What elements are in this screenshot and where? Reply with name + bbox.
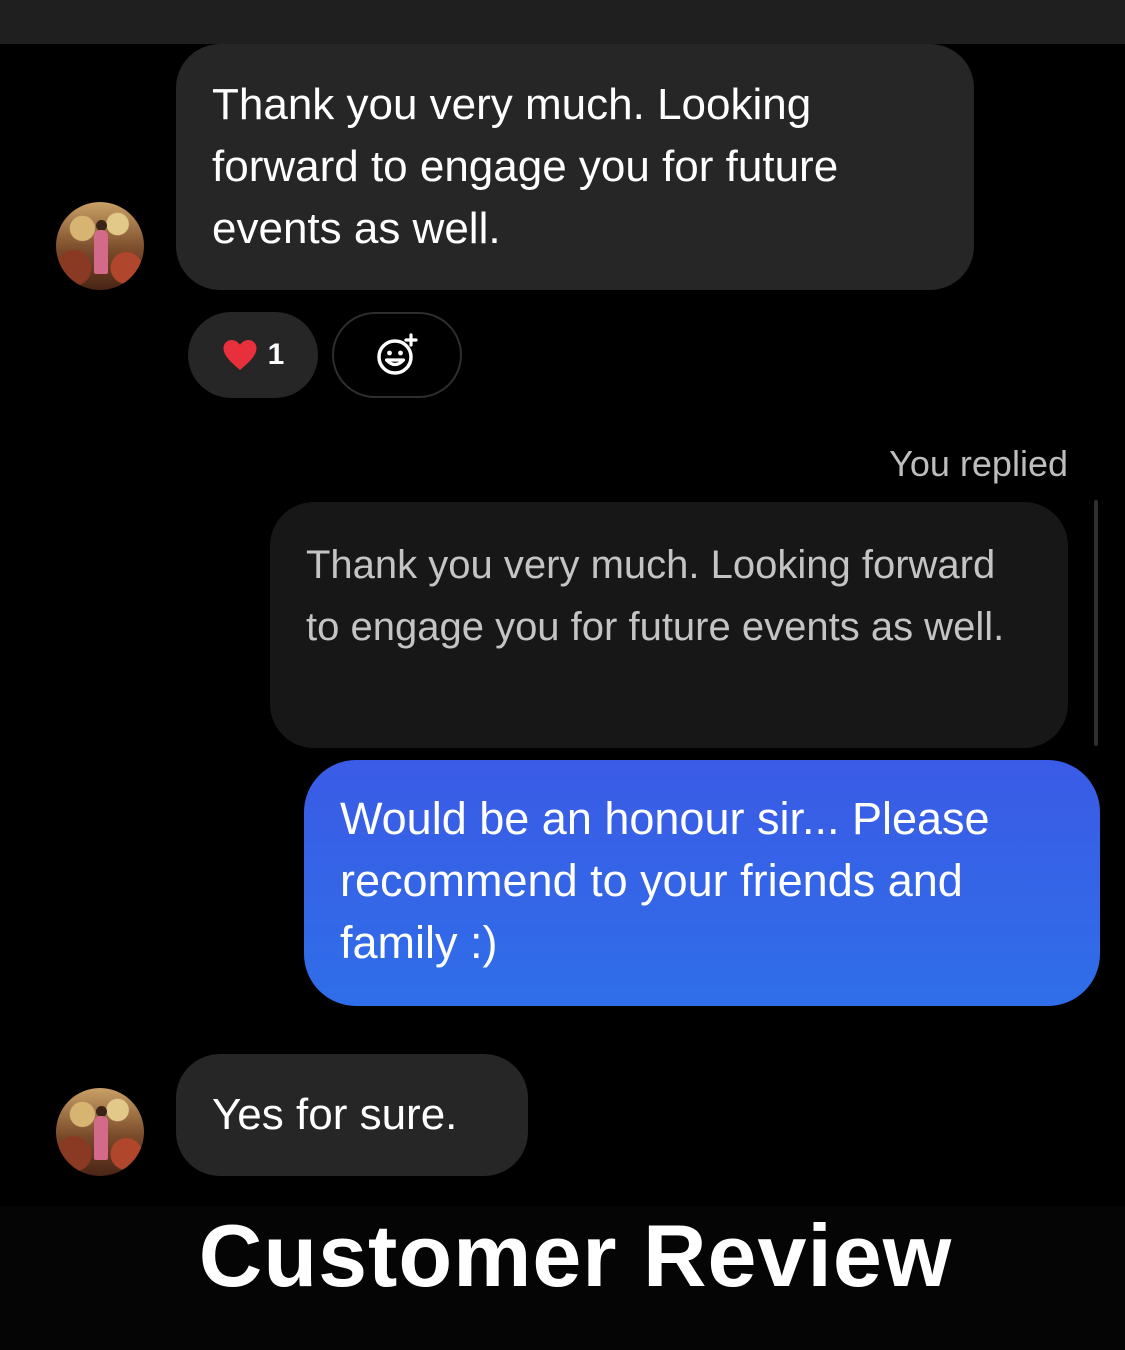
- reply-label: You replied: [889, 443, 1068, 484]
- quote-indicator-bar: [1094, 500, 1098, 746]
- outgoing-message[interactable]: Would be an honour sir... Please recomme…: [304, 760, 1100, 1006]
- message-text: Thank you very much. Looking forward to …: [212, 80, 839, 253]
- reaction-pill[interactable]: 1: [188, 312, 318, 398]
- quoted-message[interactable]: Thank you very much. Looking forward to …: [270, 502, 1068, 748]
- quoted-text: Thank you very much. Looking forward to …: [306, 543, 1005, 649]
- contact-avatar[interactable]: [56, 202, 144, 290]
- caption-title: Customer Review: [198, 1206, 953, 1305]
- contact-avatar[interactable]: [56, 1088, 144, 1176]
- reaction-count: 1: [267, 338, 285, 371]
- message-text: Would be an honour sir... Please recomme…: [340, 793, 990, 968]
- add-reaction-icon: [377, 333, 418, 375]
- add-reaction-button[interactable]: [332, 312, 462, 398]
- top-bar: [0, 0, 1125, 44]
- heart-icon: [223, 340, 257, 370]
- message-text: Yes for sure.: [212, 1090, 458, 1139]
- incoming-message[interactable]: Yes for sure.: [176, 1054, 528, 1176]
- incoming-message[interactable]: Thank you very much. Looking forward to …: [176, 44, 974, 290]
